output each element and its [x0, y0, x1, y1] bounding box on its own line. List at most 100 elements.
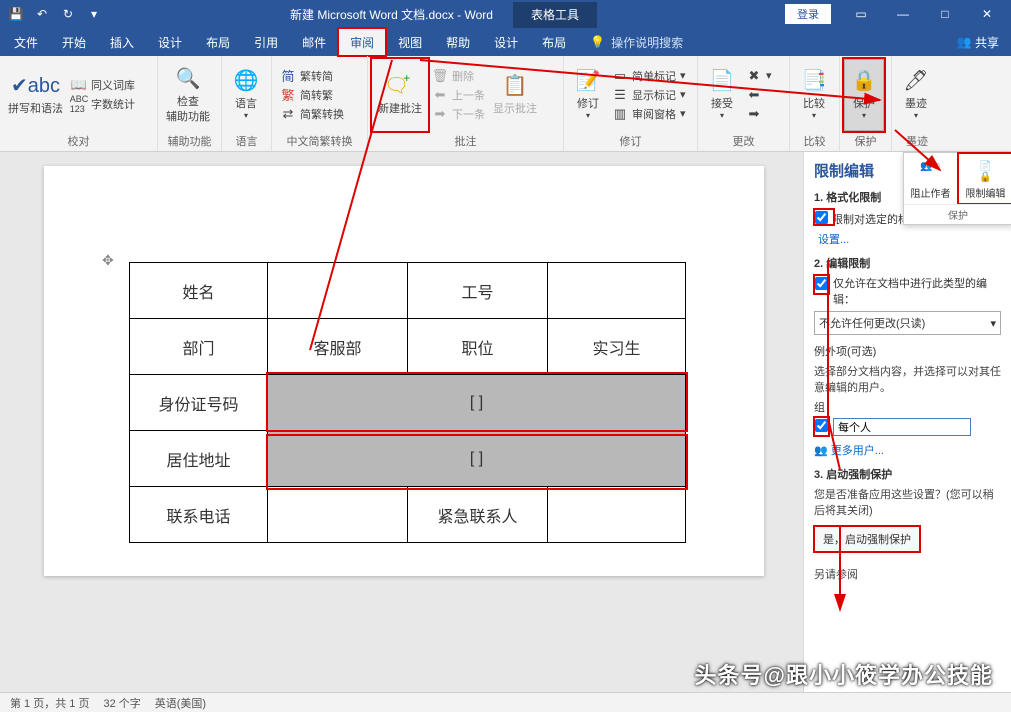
tab-file[interactable]: 文件 [2, 28, 50, 56]
ink-icon: 🖊 [902, 67, 930, 95]
compare-icon: 📑 [800, 67, 828, 95]
next-change-button[interactable]: ➡ [742, 105, 776, 123]
accessibility-button[interactable]: 🔍检查 辅助功能 [162, 59, 214, 131]
tell-me-search[interactable]: 💡操作说明搜索 [578, 28, 695, 56]
restrict-icon: 📄🔒 [974, 161, 998, 185]
group-name-input[interactable] [833, 418, 971, 436]
minimize-button[interactable]: — [883, 2, 923, 26]
edit-restrict-label: 仅允许在文档中进行此类型的编辑： [833, 275, 1001, 307]
cell-addr-label[interactable]: 居住地址 [130, 431, 268, 487]
tab-references[interactable]: 引用 [242, 28, 290, 56]
tab-table-layout[interactable]: 布局 [530, 28, 578, 56]
login-button[interactable]: 登录 [785, 4, 831, 24]
markup-icon: ▭ [612, 68, 628, 84]
window-controls: 登录 ▭ — □ ✕ [777, 2, 1011, 26]
count-icon: ABC123 [71, 96, 87, 112]
protect-button[interactable]: 🔒保护▾ [844, 59, 884, 131]
contextual-tab-title: 表格工具 [513, 2, 597, 28]
spelling-icon: ✔abc [22, 72, 50, 100]
undo-button[interactable]: ↶ [30, 2, 54, 26]
cell-pos-label[interactable]: 职位 [408, 319, 548, 375]
cell-addr-val[interactable]: [ ] [268, 431, 686, 487]
format-restrict-checkbox[interactable] [815, 211, 828, 224]
form-table[interactable]: 姓名 工号 部门客服部职位实习生 身份证号码[ ] 居住地址[ ] 联系电话 紧急联… [129, 262, 686, 543]
save-button[interactable]: 💾 [4, 2, 28, 26]
cell-name-label[interactable]: 姓名 [130, 263, 268, 319]
reject-button[interactable]: ✖▾ [742, 67, 776, 85]
cell-phone-val[interactable] [268, 487, 408, 543]
close-button[interactable]: ✕ [967, 2, 1007, 26]
status-words[interactable]: 32 个字 [103, 695, 140, 711]
section-2-title: 2. 编辑限制 [814, 255, 1001, 271]
tab-review[interactable]: 审阅 [338, 28, 386, 56]
cell-idno-label[interactable]: 身份证号码 [130, 375, 268, 431]
status-page[interactable]: 第 1 页，共 1 页 [10, 695, 89, 711]
group-chinese-convert: 中文简繁转换 [272, 133, 367, 151]
tab-table-design[interactable]: 设计 [482, 28, 530, 56]
wordcount-button[interactable]: ABC123字数统计 [67, 95, 139, 113]
compare-button[interactable]: 📑比较▾ [794, 59, 834, 131]
accept-icon: 📄 [708, 67, 736, 95]
prev-change-button[interactable]: ⬅ [742, 86, 776, 104]
thesaurus-button[interactable]: 📖同义词库 [67, 76, 139, 94]
everyone-checkbox[interactable] [815, 419, 828, 432]
tab-layout[interactable]: 布局 [194, 28, 242, 56]
tab-design[interactable]: 设计 [146, 28, 194, 56]
tab-home[interactable]: 开始 [50, 28, 98, 56]
tab-mailings[interactable]: 邮件 [290, 28, 338, 56]
qat-custom-button[interactable]: ▾ [82, 2, 106, 26]
document-area[interactable]: ✥ 姓名 工号 部门客服部职位实习生 身份证号码[ ] 居住地址[ ] 联系电话 紧… [0, 152, 803, 692]
show-markup-button[interactable]: ☰显示标记 ▾ [608, 86, 690, 104]
tab-view[interactable]: 视图 [386, 28, 434, 56]
markup-display-select[interactable]: ▭简单标记 ▾ [608, 67, 690, 85]
reviewing-pane-button[interactable]: ▥审阅窗格 ▾ [608, 105, 690, 123]
cell-empid-val[interactable] [548, 263, 686, 319]
share-icon: 👥 [957, 35, 972, 49]
track-changes-button[interactable]: 📝修订▾ [568, 59, 608, 131]
share-button[interactable]: 👥 共享 [945, 28, 1011, 56]
delete-icon: 🗑 [432, 68, 448, 84]
group-language: 语言 [222, 133, 271, 151]
language-button[interactable]: 🌐语言▾ [226, 59, 266, 131]
group-tracking: 修订 [564, 133, 697, 151]
ribbon-options-button[interactable]: ▭ [841, 2, 881, 26]
cell-emerg-label[interactable]: 紧急联系人 [408, 487, 548, 543]
tab-help[interactable]: 帮助 [434, 28, 482, 56]
workspace: ✥ 姓名 工号 部门客服部职位实习生 身份证号码[ ] 居住地址[ ] 联系电话 紧… [0, 152, 1011, 692]
book-icon: 📖 [71, 77, 87, 93]
maximize-button[interactable]: □ [925, 2, 965, 26]
tab-insert[interactable]: 插入 [98, 28, 146, 56]
format-settings-link[interactable]: 设置... [818, 231, 1001, 247]
prev-comment-button: ⬅上一条 [428, 86, 489, 104]
cell-emerg-val[interactable] [548, 487, 686, 543]
group-proofing: 校对 [0, 133, 157, 151]
cell-dept-val[interactable]: 客服部 [268, 319, 408, 375]
cell-empid-label[interactable]: 工号 [408, 263, 548, 319]
cell-idno-val[interactable]: [ ] [268, 375, 686, 431]
prev2-icon: ⬅ [746, 87, 762, 103]
accept-button[interactable]: 📄接受▾ [702, 59, 742, 131]
status-language[interactable]: 英语(美国) [155, 695, 206, 711]
edit-type-select[interactable]: 不允许任何更改(只读)▾ [814, 311, 1001, 335]
redo-button[interactable]: ↻ [56, 2, 80, 26]
start-enforcement-button[interactable]: 是，启动强制保护 [814, 526, 920, 552]
to-traditional-button[interactable]: 繁简转繁 [276, 86, 363, 104]
group-ink: 墨迹 [892, 133, 942, 151]
new-comment-button[interactable]: 🗨+新建批注 [372, 59, 428, 131]
cell-name-val[interactable] [268, 263, 408, 319]
restrict-editing-button[interactable]: 📄🔒限制编辑 [958, 153, 1011, 204]
cell-dept-label[interactable]: 部门 [130, 319, 268, 375]
ink-button[interactable]: 🖊墨迹▾ [896, 59, 936, 131]
more-users-link[interactable]: 👥 更多用户... [814, 442, 1001, 458]
cell-pos-val[interactable]: 实习生 [548, 319, 686, 375]
block-authors-button[interactable]: 👥⊘阻止作者 [903, 153, 958, 204]
table-anchor-icon[interactable]: ✥ [102, 252, 114, 269]
cell-phone-label[interactable]: 联系电话 [130, 487, 268, 543]
spelling-button[interactable]: ✔abc拼写和语法 [4, 59, 67, 131]
to-simplified-button[interactable]: 简繁转简 [276, 67, 363, 85]
document-title: 新建 Microsoft Word 文档.docx - Word 表格工具 [110, 6, 777, 23]
group-protect: 保护 [840, 133, 891, 151]
edit-restrict-checkbox[interactable] [815, 277, 828, 290]
quick-access-toolbar: 💾 ↶ ↻ ▾ [0, 2, 110, 26]
convert-button[interactable]: ⇄简繁转换 [276, 105, 363, 123]
